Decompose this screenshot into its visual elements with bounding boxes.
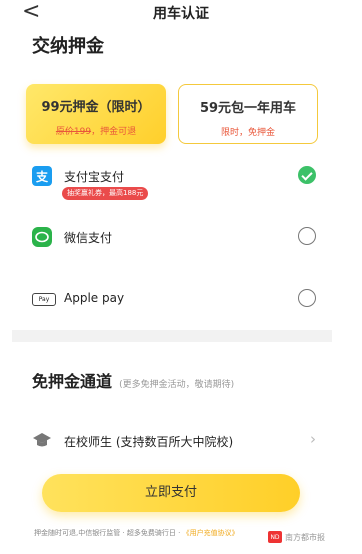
free-deposit-note: (更多免押金活动，敬请期待) — [119, 380, 235, 390]
payment-option-alipay[interactable]: 支 支付宝支付 抽奖赢礼券，最高188元 — [32, 166, 316, 200]
wechat-pay-icon — [32, 227, 52, 247]
footer-text: 押金随时可退,中信银行监管 · 超多免费骑行日 · — [34, 529, 183, 537]
payment-label: 支付宝支付 — [64, 170, 125, 184]
free-deposit-title: 免押金通道 — [32, 372, 113, 391]
plan-note: ，押金可退 — [91, 127, 137, 137]
watermark-text: 南方都市报 — [285, 532, 325, 542]
student-channel-row[interactable]: 在校师生 (支持数百所大中院校) › — [32, 430, 316, 452]
watermark: ND 南方都市报 — [268, 531, 325, 543]
chat-bubble-icon — [35, 231, 49, 243]
navigation-bar: < 用车认证 — [0, 0, 362, 26]
plan-name: 99元押金（限时） — [41, 100, 151, 115]
plan-option-yearly[interactable]: 59元包一年用车 限时，免押金 — [178, 84, 318, 144]
footer-note: 押金随时可退,中信银行监管 · 超多免费骑行日 · 《用户充值协议》 — [34, 528, 239, 538]
student-channel-label: 在校师生 (支持数百所大中院校) — [64, 435, 234, 449]
payment-label: Apple pay — [64, 291, 125, 305]
user-agreement-link[interactable]: 《用户充值协议》 — [183, 529, 239, 537]
watermark-logo: ND — [268, 531, 282, 543]
radio-unchecked-icon[interactable] — [298, 289, 316, 307]
payment-label: 微信支付 — [64, 231, 113, 245]
free-deposit-section-header: 免押金通道 (更多免押金活动，敬请期待) — [32, 368, 234, 392]
pay-now-button[interactable]: 立即支付 — [42, 474, 300, 512]
section-divider — [12, 330, 332, 342]
plan-name: 59元包一年用车 — [199, 101, 297, 116]
apple-pay-icon: Pay — [32, 293, 56, 306]
payment-option-applepay[interactable]: Pay Apple pay — [32, 289, 316, 315]
plan-subtitle: 原价199，押金可退 — [26, 124, 166, 137]
page-title: 用车认证 — [153, 6, 209, 22]
original-price: 原价199 — [55, 127, 92, 137]
graduation-cap-icon — [33, 433, 51, 447]
radio-unchecked-icon[interactable] — [298, 227, 316, 245]
radio-checked-icon[interactable] — [298, 166, 316, 184]
deposit-section-title: 交纳押金 — [32, 36, 104, 57]
plan-option-deposit[interactable]: 99元押金（限时） 原价199，押金可退 — [26, 84, 166, 144]
alipay-icon: 支 — [32, 166, 52, 186]
promo-badge: 抽奖赢礼券，最高188元 — [62, 187, 149, 200]
chevron-right-icon: › — [310, 430, 316, 448]
plan-subtitle: 限时，免押金 — [220, 128, 275, 138]
payment-option-wechat[interactable]: 微信支付 — [32, 227, 316, 253]
